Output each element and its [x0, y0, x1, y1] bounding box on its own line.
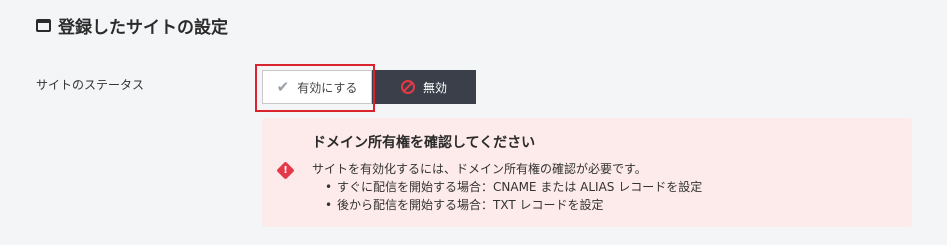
- alert-body: サイトを有効化するには、ドメイン所有権の確認が必要です。 すぐに配信を開始する場…: [312, 160, 702, 214]
- disable-button[interactable]: 無効: [372, 70, 476, 104]
- alert-list: すぐに配信を開始する場合：CNAME または ALIAS レコードを設定 後から…: [312, 178, 702, 214]
- disable-button-label: 無効: [422, 80, 447, 95]
- site-status-label: サイトのステータス: [36, 78, 145, 92]
- window-icon: [36, 19, 51, 32]
- section-title: 登録したサイトの設定: [58, 18, 228, 38]
- domain-verification-alert: ! ドメイン所有権を確認してください サイトを有効化するには、ドメイン所有権の確…: [262, 118, 912, 227]
- alert-message: サイトを有効化するには、ドメイン所有権の確認が必要です。: [312, 162, 647, 176]
- alert-diamond-icon: !: [276, 161, 295, 180]
- section-header: 登録したサイトの設定: [36, 13, 228, 38]
- ban-icon: [400, 80, 415, 94]
- highlight-box: [255, 64, 375, 112]
- alert-title: ドメイン所有権を確認してください: [312, 135, 536, 151]
- alert-list-item: すぐに配信を開始する場合：CNAME または ALIAS レコードを設定: [325, 178, 702, 196]
- alert-list-item: 後から配信を開始する場合：TXT レコードを設定: [325, 196, 702, 214]
